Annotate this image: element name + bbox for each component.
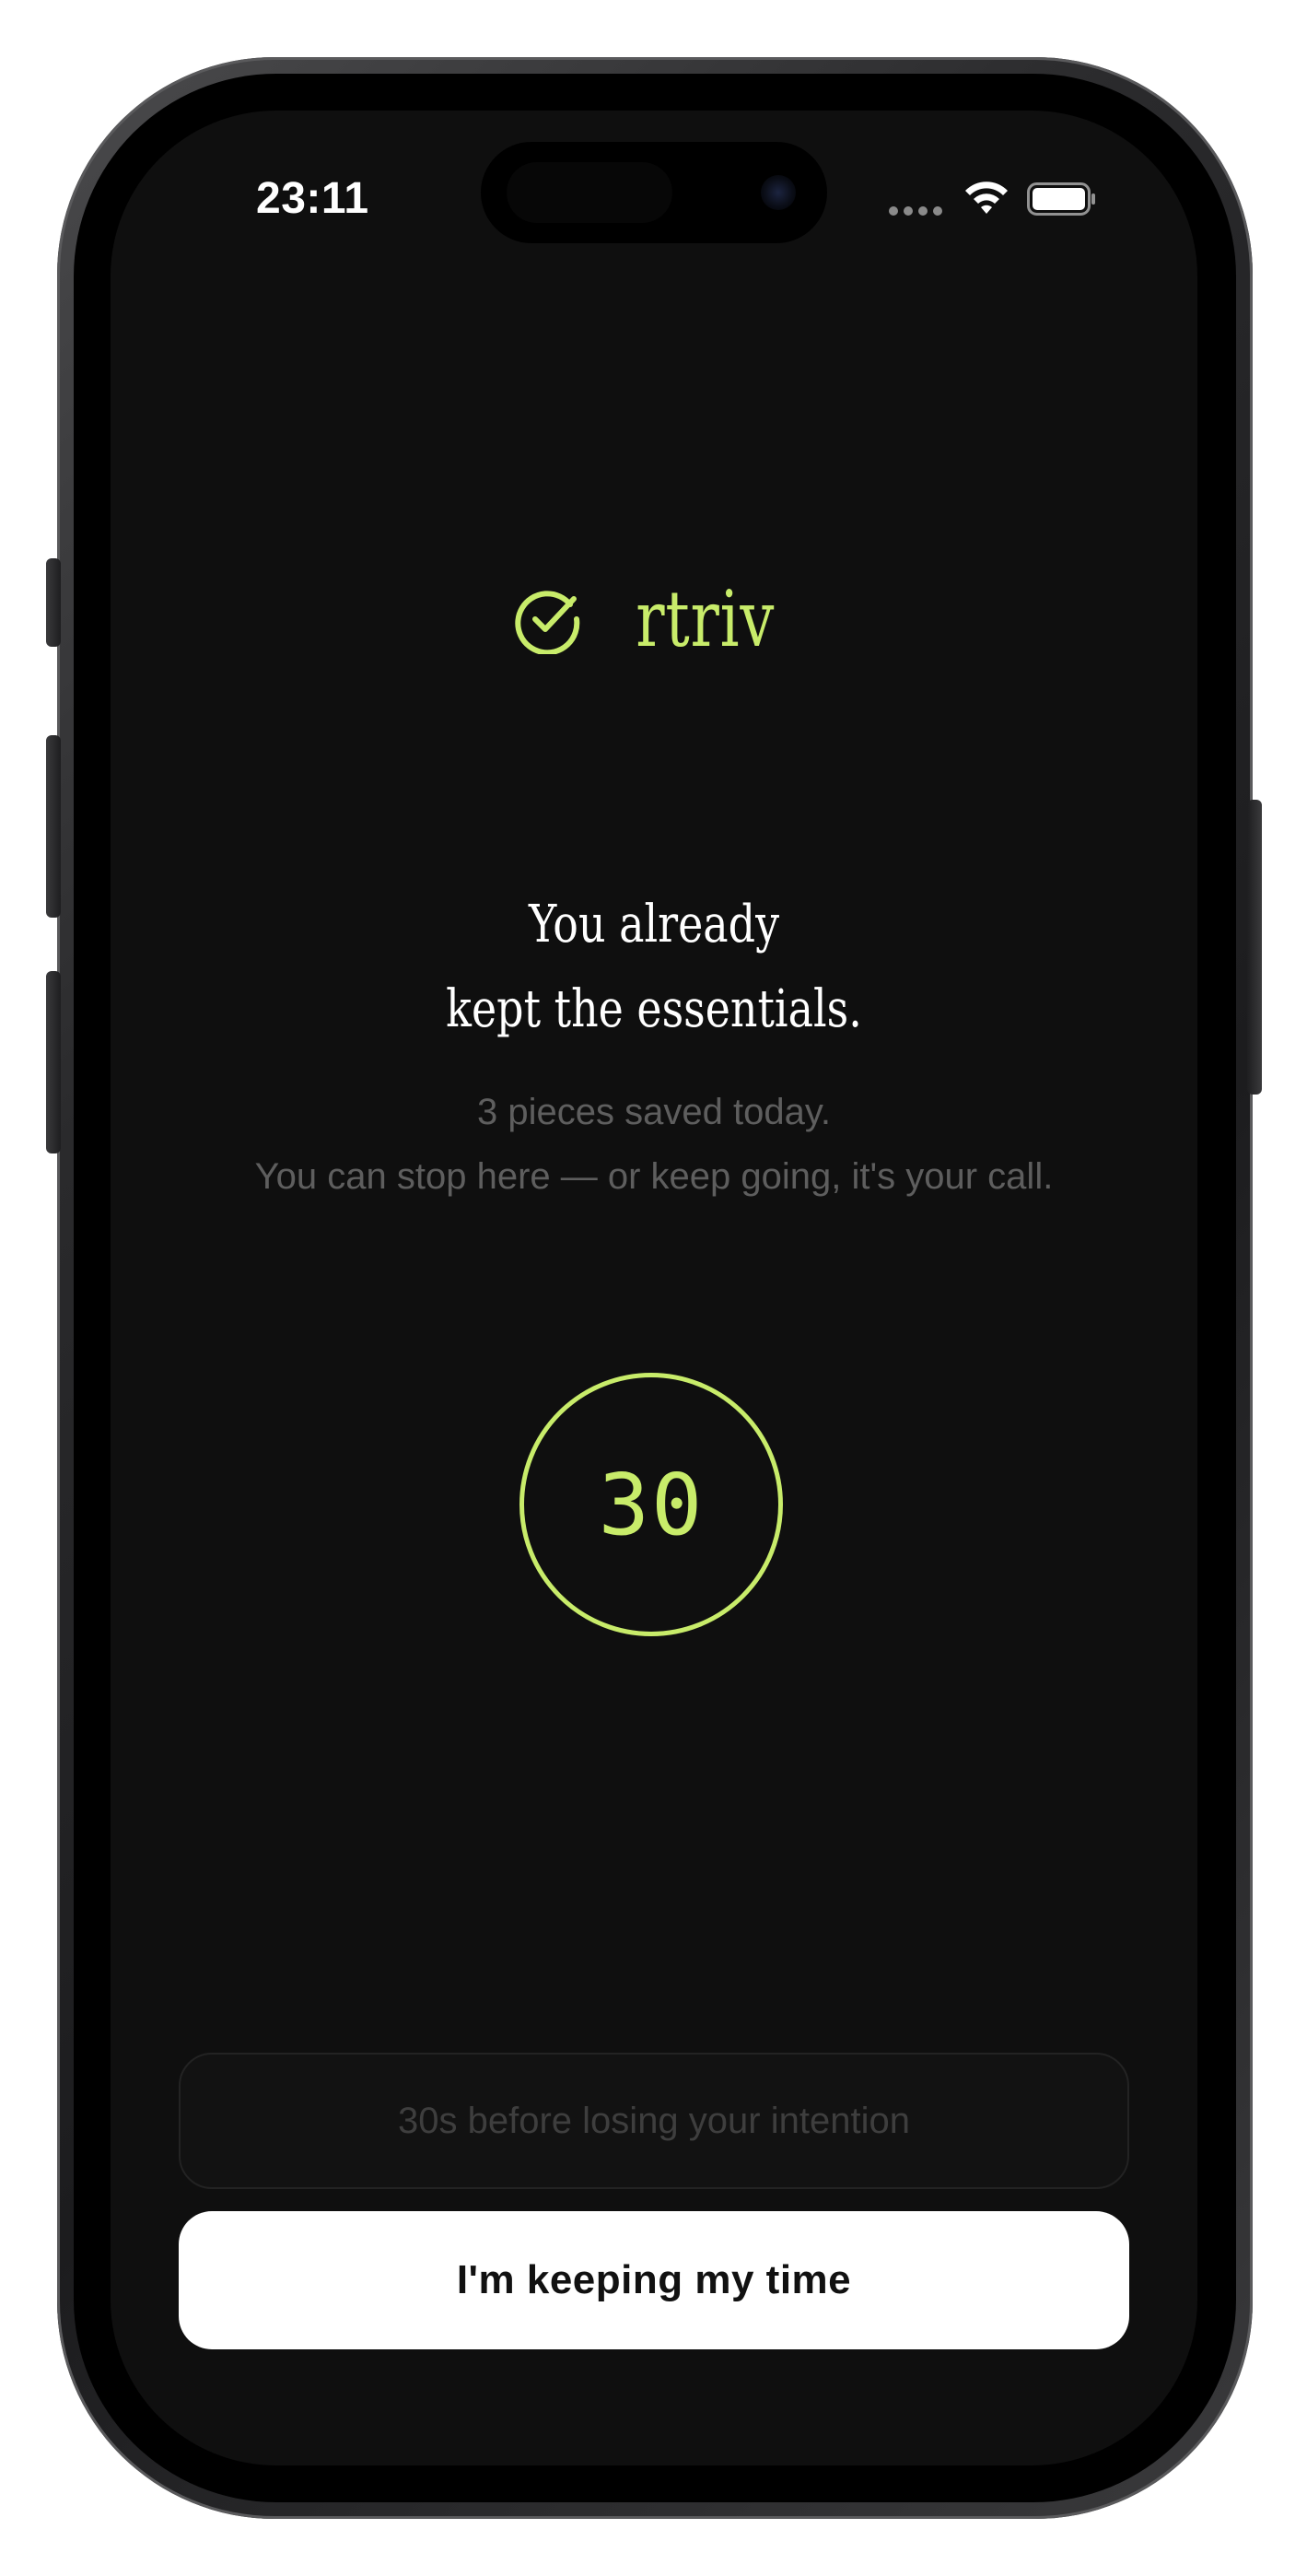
status-time: 23:11 <box>256 174 369 223</box>
countdown-value: 30 <box>598 1455 705 1554</box>
intention-timer-label: 30s before losing your intention <box>398 2100 910 2141</box>
headline-line-2: kept the essentials. <box>446 979 862 1039</box>
subtext-line-1: 3 pieces saved today. <box>477 1092 831 1132</box>
countdown-ring: 30 <box>519 1373 783 1636</box>
brand-logo: rtriv <box>111 580 1197 658</box>
battery-icon <box>1027 182 1095 216</box>
island-sensor <box>507 162 672 223</box>
keep-time-button[interactable]: I'm keeping my time <box>179 2211 1129 2349</box>
keep-time-label: I'm keeping my time <box>456 2257 852 2302</box>
cellular-dots-icon <box>889 205 946 217</box>
intention-timer-button[interactable]: 30s before losing your intention <box>179 2053 1129 2189</box>
subtext: 3 pieces saved today. You can stop here … <box>239 1080 1068 1209</box>
headline: You already kept the essentials. <box>111 883 1197 1052</box>
camera-icon <box>761 175 796 210</box>
volume-up-button <box>46 735 61 918</box>
power-button <box>1247 800 1262 1095</box>
check-circle-icon <box>515 591 580 654</box>
brand-name: rtriv <box>636 574 776 664</box>
app-screen: 23:11 rtriv You already kept the essenti… <box>111 111 1197 2465</box>
wifi-icon <box>965 181 1008 214</box>
dynamic-island <box>481 142 827 243</box>
action-button <box>46 558 61 647</box>
subtext-line-2: You can stop here — or keep going, it's … <box>254 1156 1054 1197</box>
headline-line-1: You already <box>528 895 780 954</box>
volume-down-button <box>46 971 61 1153</box>
